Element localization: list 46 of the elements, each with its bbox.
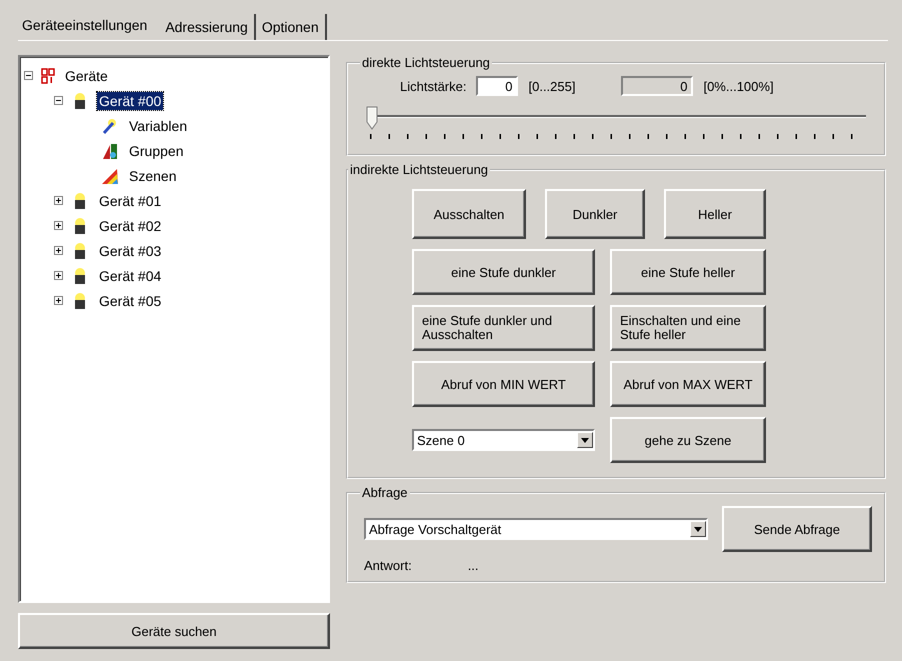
percent-field[interactable]: 0 <box>621 76 694 96</box>
scene-dropdown[interactable]: Szene 0 <box>412 429 595 451</box>
group-title: Abfrage <box>361 485 409 500</box>
command-button[interactable]: Dunkler <box>545 189 645 239</box>
tree-item[interactable]: Szenen <box>127 166 178 184</box>
query-dropdown[interactable]: Abfrage Vorschaltgerät <box>364 518 708 540</box>
tree-item[interactable]: Gerät #05 <box>97 292 164 310</box>
tree-item[interactable]: Gruppen <box>127 142 186 160</box>
tree-item[interactable]: Gerät #03 <box>97 242 164 260</box>
command-button[interactable]: eine Stufe dunkler <box>412 249 595 295</box>
search-devices-button[interactable]: Geräte suchen <box>18 613 330 649</box>
group-title: direkte Lichtsteuerung <box>361 55 491 70</box>
command-button[interactable]: eine Stufe dunkler und Ausschalten <box>412 305 595 351</box>
wand-icon <box>101 116 119 134</box>
tree-item[interactable]: Gerät #04 <box>97 266 164 284</box>
group-title: indirekte Lichtsteuerung <box>349 162 490 177</box>
tree-item[interactable]: Gerät #00 <box>97 92 164 110</box>
collapse-icon[interactable] <box>54 96 63 105</box>
expand-icon[interactable] <box>54 246 63 255</box>
command-button[interactable]: Ausschalten <box>412 189 526 239</box>
answer-label: Antwort: <box>364 558 412 573</box>
collapse-icon[interactable] <box>24 71 33 80</box>
send-query-button[interactable]: Sende Abfrage <box>722 506 872 552</box>
tree-item[interactable]: Geräte <box>63 66 110 84</box>
tree-item[interactable]: Variablen <box>127 116 190 134</box>
range-label: [0...255] <box>528 78 576 94</box>
answer-value: ... <box>468 558 479 573</box>
expand-icon[interactable] <box>54 196 63 205</box>
expand-icon[interactable] <box>54 221 63 230</box>
command-button[interactable]: Abruf von MIN WERT <box>412 361 595 407</box>
tree-item[interactable]: Gerät #01 <box>97 192 164 210</box>
range-label: [0%...100%] <box>703 78 774 94</box>
brightness-field[interactable]: 0 <box>476 76 518 96</box>
command-button[interactable]: eine Stufe heller <box>610 249 766 295</box>
rainbow-icon <box>101 166 119 184</box>
field-label: Lichtstärke: <box>400 78 466 94</box>
command-button[interactable]: Einschalten und eine Stufe heller <box>610 305 766 351</box>
slider-thumb[interactable] <box>366 106 378 130</box>
tree-item[interactable]: Gerät #02 <box>97 216 164 234</box>
expand-icon[interactable] <box>54 271 63 280</box>
go-to-scene-button[interactable]: gehe zu Szene <box>610 417 766 463</box>
groups-icon <box>101 142 119 160</box>
dali-logo-icon <box>41 68 55 84</box>
expand-icon[interactable] <box>54 296 63 305</box>
command-button[interactable]: Heller <box>664 189 766 239</box>
command-button[interactable]: Abruf von MAX WERT <box>610 361 766 407</box>
